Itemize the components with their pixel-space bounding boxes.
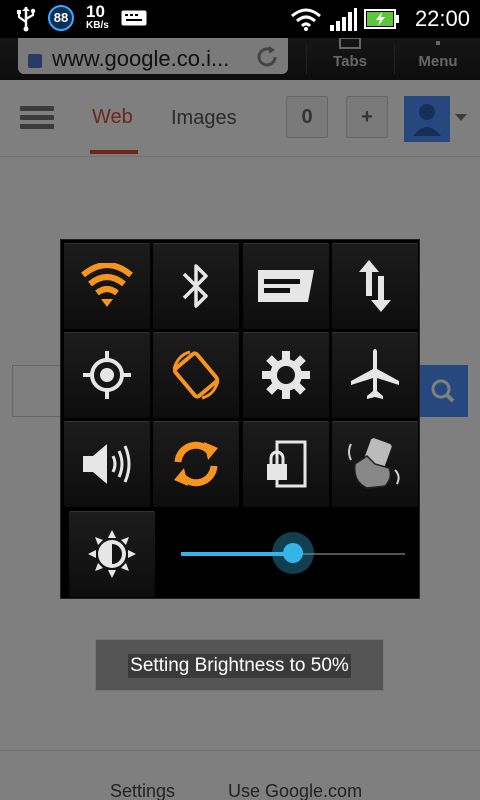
data-rate-unit: KB/s <box>86 20 109 31</box>
signal-icon <box>329 8 357 37</box>
gear-icon <box>262 351 310 399</box>
wifi-icon <box>81 263 133 307</box>
bluetooth-toggle[interactable] <box>153 243 239 329</box>
bluetooth-icon <box>182 264 208 308</box>
lock-icon <box>267 440 307 488</box>
battery-charging-icon <box>364 9 400 34</box>
vibrate-hand-icon <box>348 438 400 489</box>
wifi-icon <box>290 7 322 36</box>
airplane-icon <box>351 349 399 399</box>
gps-toggle[interactable] <box>64 332 150 418</box>
data-rate-value: 10 <box>86 2 105 21</box>
keyboard-icon <box>121 10 147 31</box>
auto-rotate-toggle[interactable] <box>153 332 239 418</box>
brightness-tile[interactable] <box>69 511 155 597</box>
data-rate: 10 KB/s <box>86 3 109 31</box>
brightness-icon <box>88 530 136 578</box>
quick-settings-panel <box>60 239 420 599</box>
clock: 22:00 <box>414 6 470 31</box>
gps-icon <box>83 351 131 399</box>
sound-toggle[interactable] <box>64 421 150 507</box>
data-badge-icon: 88 <box>48 5 74 31</box>
vibrate-toggle[interactable] <box>332 421 418 507</box>
usb-icon <box>14 6 38 37</box>
wifi-toggle[interactable] <box>64 243 150 329</box>
speaker-icon <box>83 444 131 484</box>
sync-toggle[interactable] <box>153 421 239 507</box>
screen-lock-toggle[interactable] <box>243 421 329 507</box>
data-transfer-toggle[interactable] <box>332 243 418 329</box>
rotate-icon <box>172 350 220 400</box>
toast-message: Setting Brightness to 50% <box>95 639 384 691</box>
notification-toggle[interactable] <box>243 243 329 329</box>
data-transfer-icon <box>359 260 391 312</box>
status-bar: 88 10 KB/s 22:00 <box>0 0 480 38</box>
brightness-slider-thumb[interactable] <box>272 532 314 574</box>
sync-icon <box>174 441 218 487</box>
airplane-mode-toggle[interactable] <box>332 332 418 418</box>
toast-text: Setting Brightness to 50% <box>128 654 351 678</box>
brightness-slider[interactable] <box>181 532 405 574</box>
settings-tile[interactable] <box>243 332 329 418</box>
notification-icon <box>258 270 314 302</box>
